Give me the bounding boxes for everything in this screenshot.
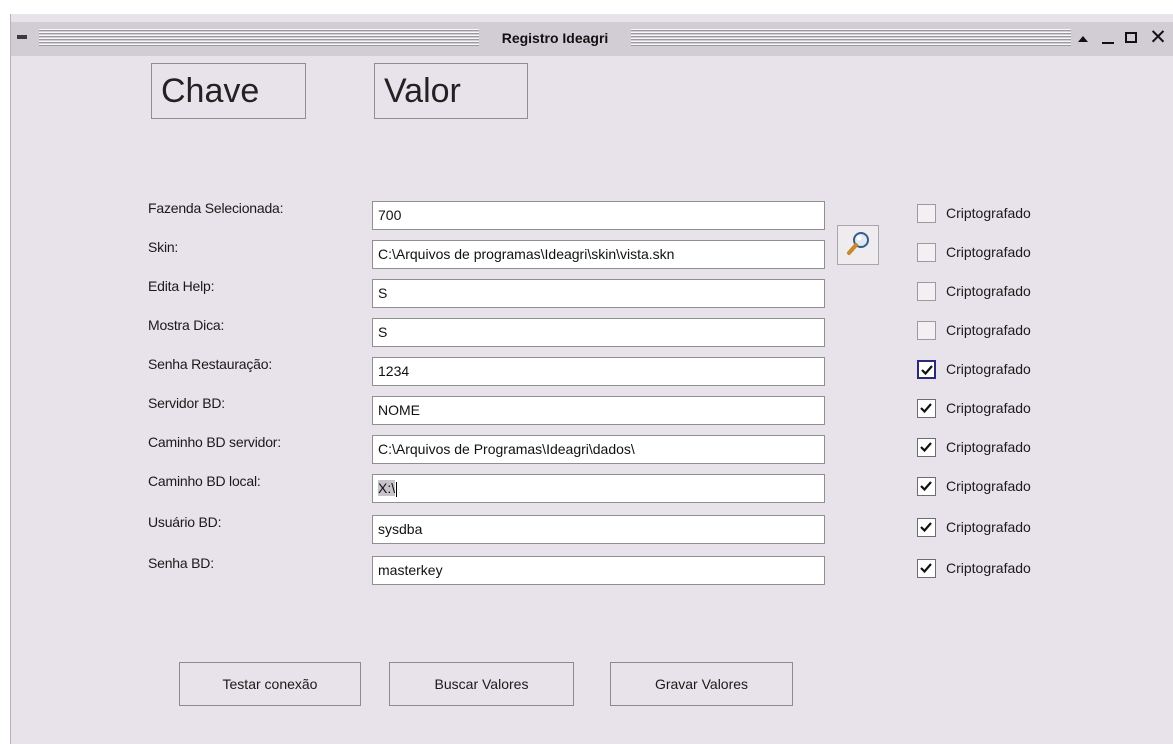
setting-label: Edita Help: bbox=[148, 278, 215, 294]
setting-row-skin: Skin: C:\Arquivos de programas\Ideagri\s… bbox=[11, 239, 1173, 275]
encrypt-label: Criptografado bbox=[946, 205, 1031, 221]
window-title: Registro Ideagri bbox=[501, 30, 609, 46]
encrypt-label: Criptografado bbox=[946, 439, 1031, 455]
value-field-fazenda[interactable]: 700 bbox=[372, 201, 825, 230]
setting-label: Mostra Dica: bbox=[148, 317, 225, 333]
setting-row-senha-restauracao: Senha Restauração: 1234 Criptografado bbox=[11, 356, 1173, 392]
setting-row-fazenda: Fazenda Selecionada: 700 Criptografado bbox=[11, 200, 1173, 236]
title-grip-right bbox=[631, 29, 1071, 47]
close-icon[interactable]: ✕ bbox=[1145, 26, 1171, 50]
encrypt-checkbox[interactable] bbox=[917, 204, 936, 223]
setting-label: Servidor BD: bbox=[148, 395, 225, 411]
setting-row-senha-bd: Senha BD: masterkey Criptografado bbox=[11, 555, 1173, 591]
setting-row-servidor-bd: Servidor BD: NOME Criptografado bbox=[11, 395, 1173, 431]
value-field-caminho-servidor[interactable]: C:\Arquivos de Programas\Ideagri\dados\ bbox=[372, 435, 825, 464]
value-field-senha-restauracao[interactable]: 1234 bbox=[372, 357, 825, 386]
browse-skin-button[interactable] bbox=[837, 225, 879, 265]
setting-label: Caminho BD local: bbox=[148, 473, 261, 489]
encrypt-checkbox[interactable] bbox=[917, 360, 936, 379]
checkmark-icon bbox=[920, 403, 932, 414]
encrypt-label: Criptografado bbox=[946, 283, 1031, 299]
magnifier-icon bbox=[847, 232, 869, 255]
setting-label: Skin: bbox=[148, 239, 179, 255]
encrypt-label: Criptografado bbox=[946, 400, 1031, 416]
encrypt-checkbox[interactable] bbox=[917, 243, 936, 262]
minimize-icon[interactable] bbox=[1095, 26, 1121, 50]
encrypt-checkbox[interactable] bbox=[917, 559, 936, 578]
setting-label: Senha Restauração: bbox=[148, 356, 273, 372]
setting-row-mostra-dica: Mostra Dica: S Criptografado bbox=[11, 317, 1173, 353]
fetch-values-button[interactable]: Buscar Valores bbox=[389, 662, 574, 706]
encrypt-label: Criptografado bbox=[946, 519, 1031, 535]
encrypt-label: Criptografado bbox=[946, 478, 1031, 494]
checkmark-icon bbox=[920, 522, 932, 533]
encrypt-label: Criptografado bbox=[946, 322, 1031, 338]
setting-row-caminho-local: Caminho BD local: X:\ Criptografado bbox=[11, 473, 1173, 509]
checkmark-icon bbox=[920, 481, 932, 492]
setting-row-edita-help: Edita Help: S Criptografado bbox=[11, 278, 1173, 314]
system-menu-icon[interactable] bbox=[17, 35, 27, 39]
value-field-mostra-dica[interactable]: S bbox=[372, 318, 825, 347]
setting-row-caminho-servidor: Caminho BD servidor: C:\Arquivos de Prog… bbox=[11, 434, 1173, 470]
checkmark-icon bbox=[920, 563, 932, 574]
encrypt-label: Criptografado bbox=[946, 560, 1031, 576]
value-field-usuario-bd[interactable]: sysdba bbox=[372, 515, 825, 544]
test-connection-button[interactable]: Testar conexão bbox=[179, 662, 361, 706]
value-field-edita-help[interactable]: S bbox=[372, 279, 825, 308]
text-caret bbox=[396, 481, 398, 497]
encrypt-checkbox[interactable] bbox=[917, 282, 936, 301]
value-field-caminho-local[interactable]: X:\ bbox=[372, 474, 825, 503]
registry-window: Registro Ideagri ✕ Chave Valor Fazenda S… bbox=[10, 14, 1173, 744]
setting-label: Fazenda Selecionada: bbox=[148, 200, 284, 216]
maximize-icon[interactable] bbox=[1119, 26, 1145, 50]
save-values-button[interactable]: Gravar Valores bbox=[610, 662, 793, 706]
checkmark-icon bbox=[921, 365, 933, 376]
title-grip-left bbox=[39, 29, 479, 47]
checkmark-icon bbox=[920, 442, 932, 453]
encrypt-checkbox[interactable] bbox=[917, 438, 936, 457]
key-header: Chave bbox=[151, 63, 306, 119]
encrypt-checkbox[interactable] bbox=[917, 321, 936, 340]
title-bar[interactable]: Registro Ideagri ✕ bbox=[11, 22, 1173, 56]
value-field-servidor-bd[interactable]: NOME bbox=[372, 396, 825, 425]
encrypt-checkbox[interactable] bbox=[917, 518, 936, 537]
setting-label: Usuário BD: bbox=[148, 514, 222, 530]
value-header: Valor bbox=[374, 63, 528, 119]
encrypt-checkbox[interactable] bbox=[917, 399, 936, 418]
value-field-skin[interactable]: C:\Arquivos de programas\Ideagri\skin\vi… bbox=[372, 240, 825, 269]
rollup-icon[interactable] bbox=[1071, 26, 1097, 50]
encrypt-checkbox[interactable] bbox=[917, 477, 936, 496]
setting-label: Senha BD: bbox=[148, 555, 214, 571]
value-field-senha-bd[interactable]: masterkey bbox=[372, 556, 825, 585]
encrypt-label: Criptografado bbox=[946, 361, 1031, 377]
selected-text: X:\ bbox=[378, 480, 396, 496]
setting-row-usuario-bd: Usuário BD: sysdba Criptografado bbox=[11, 514, 1173, 550]
setting-label: Caminho BD servidor: bbox=[148, 434, 281, 450]
encrypt-label: Criptografado bbox=[946, 244, 1031, 260]
